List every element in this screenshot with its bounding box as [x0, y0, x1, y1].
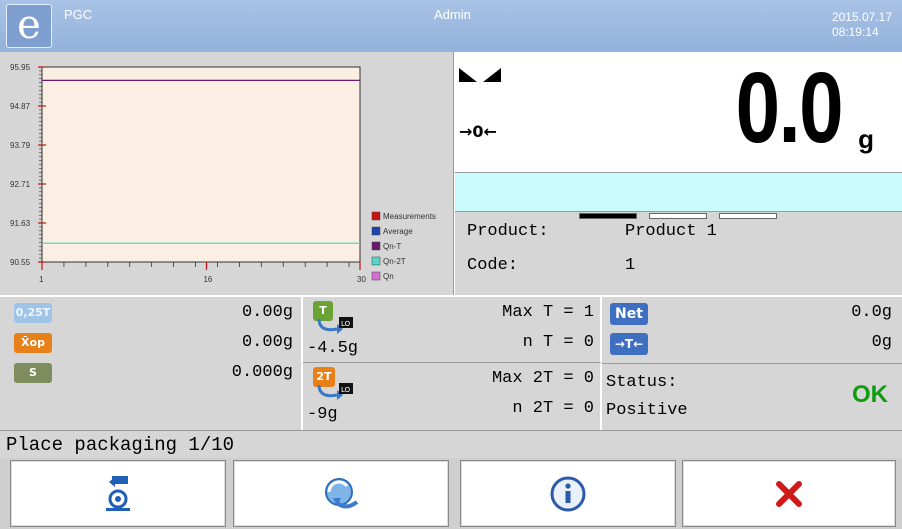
tab-indicator-3[interactable] [719, 213, 777, 219]
legend-label: Measurements [383, 212, 436, 221]
chart-svg: 95.95 94.87 93.79 92.71 91.63 90.55 1 16 30 Measu… [10, 63, 436, 284]
datetime: 2015.07.17 08:19:14 [832, 10, 892, 40]
y-tick-label: 94.87 [10, 102, 31, 111]
time-text: 08:19:14 [831, 25, 879, 39]
status-label: Status: [606, 373, 678, 392]
2t-value: -9g [307, 405, 338, 424]
net-value: 0.0g [851, 303, 892, 322]
net-badge: Net [610, 303, 648, 325]
tare-badge: →T← [610, 333, 648, 355]
cancel-button[interactable] [682, 460, 896, 527]
stddev-badge: S [14, 363, 52, 383]
t-value: -4.5g [307, 339, 359, 358]
svg-text:LO: LO [341, 386, 351, 394]
legend-swatch [371, 241, 381, 251]
zero-indicator: →0← [459, 122, 497, 141]
info-button[interactable] [460, 460, 676, 527]
divider [602, 363, 902, 364]
date-text: 2015.07.17 [831, 10, 892, 24]
code-value: 1 [625, 256, 636, 275]
tare-packaging-button[interactable] [10, 460, 226, 527]
t-lo-icon: LO [317, 317, 353, 334]
code-label: Code: [467, 256, 519, 275]
button-bar [0, 458, 902, 529]
t-error-cell: T LO -4.5g Max T = 1 n T = 0 [303, 297, 602, 363]
y-tick-label: 93.79 [10, 141, 31, 150]
info-icon [550, 476, 586, 511]
tare-packaging-icon [106, 475, 130, 511]
weight-value: 0.0 [735, 52, 844, 164]
y-tick-label: 92.71 [10, 180, 31, 189]
mean-badge: X̄op [14, 333, 52, 353]
x-tick-label: 16 [203, 275, 212, 284]
app-name: PGC [64, 7, 93, 22]
header-bar: e PGC Admin 2015.07.17 08:19:14 [0, 0, 902, 52]
status-value: Positive [606, 401, 688, 420]
y-tick-label: 95.95 [10, 63, 31, 72]
legend-label: Qn [383, 272, 394, 281]
n-2t: n 2T = 0 [512, 399, 594, 418]
x-tick-label: 1 [39, 275, 44, 284]
user-name[interactable]: Admin [434, 7, 471, 22]
n-t: n T = 0 [522, 333, 594, 352]
product-value: Product 1 [625, 222, 717, 241]
stats-panel: 0,25T 0.00g X̄op 0.00g S 0.000g T LO -4.… [0, 295, 902, 430]
logo-letter: e [17, 2, 41, 48]
y-tick-label: 91.63 [10, 219, 31, 228]
stddev-value: 0.000g [231, 363, 293, 382]
logo: e [6, 4, 52, 48]
legend-swatch [371, 271, 381, 281]
x-tick-label: 30 [357, 275, 366, 284]
bargraph [455, 172, 902, 212]
weight-display: →0← 0.0 g [455, 52, 902, 172]
stats-summary: 0,25T 0.00g X̄op 0.00g S 0.000g [0, 297, 303, 430]
max-2t: Max 2T = 0 [491, 369, 594, 388]
y-tick-label: 90.55 [10, 258, 31, 267]
legend-label: Average [383, 227, 413, 236]
2t-error-cell: 2T LO -9g Max 2T = 0 n 2T = 0 [303, 363, 602, 430]
exchange-button[interactable] [233, 460, 449, 527]
tare-value: 0g [871, 333, 892, 352]
status-ok: OK [852, 381, 888, 408]
product-label: Product: [467, 222, 549, 241]
legend-swatch [371, 211, 381, 221]
svg-text:LO: LO [341, 320, 351, 328]
plot-area [41, 66, 361, 263]
mean-value: 0.00g [241, 333, 293, 352]
max-t: Max T = 1 [502, 303, 594, 322]
tab-indicator-1[interactable] [579, 213, 637, 219]
legend-swatch [371, 226, 381, 236]
stable-icon [459, 68, 501, 82]
tolerance-value: 0.00g [241, 303, 293, 322]
weight-unit: g [858, 124, 874, 154]
tolerance-badge: 0,25T [14, 303, 52, 323]
tab-indicator-2[interactable] [649, 213, 707, 219]
product-info: Product: Product 1 Code: 1 [455, 212, 902, 295]
message-bar: Place packaging 1/10 [0, 430, 902, 458]
close-icon [776, 480, 802, 507]
legend-label: Qn-T [383, 242, 401, 251]
exchange-icon [325, 477, 359, 508]
legend-label: Qn-2T [383, 257, 406, 266]
legend-swatch [371, 256, 381, 266]
2t-lo-icon: LO [317, 383, 353, 400]
control-chart: 95.95 94.87 93.79 92.71 91.63 90.55 1 16 30 Measu… [0, 52, 454, 295]
